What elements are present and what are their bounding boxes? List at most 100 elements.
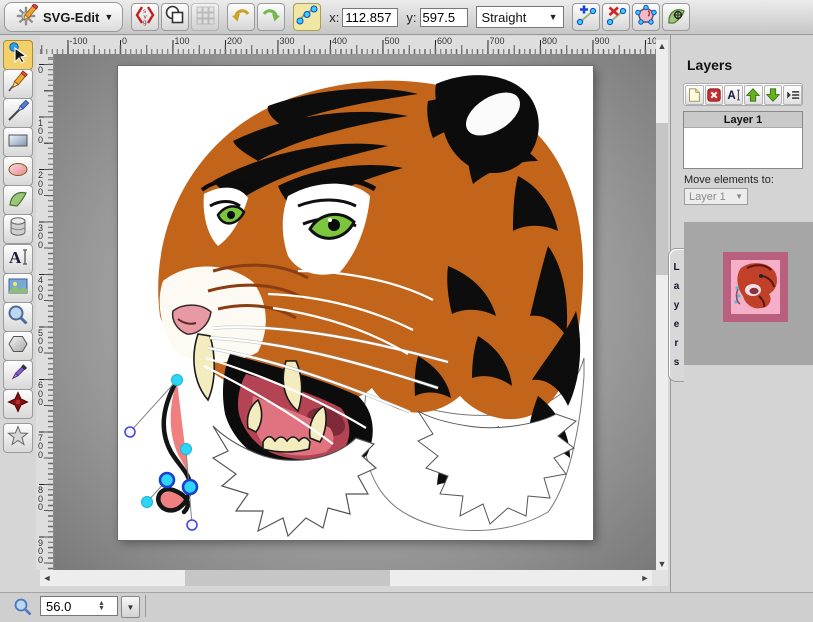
horizontal-scroll-thumb[interactable] [185, 570, 390, 586]
rename-layer-icon: A [726, 87, 742, 103]
tool-pencil-button[interactable] [3, 69, 33, 99]
ruler-label: 0 [38, 66, 46, 75]
grid-icon [194, 4, 216, 31]
ruler-label: 400 [332, 36, 347, 46]
y-coordinate-label: y: [406, 10, 416, 25]
pencil-icon [6, 70, 30, 99]
svg-edit-window: SVG-Edit ▼ s v g [0, 0, 813, 619]
star-icon [6, 424, 30, 453]
horizontal-scrollbar[interactable]: ◄ ► [40, 570, 652, 586]
scroll-up-button[interactable]: ▲ [656, 40, 668, 52]
eyedropper-icon [6, 361, 30, 390]
layer-buttons-row: A [683, 83, 803, 106]
ruler-label: 0 [122, 36, 127, 46]
ruler-label: 800 [38, 486, 46, 512]
tool-select-button[interactable] [3, 40, 33, 70]
overlap-shapes-icon [164, 4, 186, 31]
edit-source-button[interactable]: s v g [131, 3, 159, 31]
redo-arrow-icon [260, 4, 282, 31]
edit-path-overlay[interactable] [118, 66, 593, 540]
top-toolbar: SVG-Edit ▼ s v g [0, 0, 813, 35]
ruler-label: 700 [38, 434, 46, 460]
tool-shape-library-button[interactable] [3, 214, 33, 244]
move-layer-up-button[interactable] [744, 85, 763, 105]
move-elements-label: Move elements to: [684, 174, 774, 186]
ruler-label: -100 [70, 36, 88, 46]
zoom-spin-down-icon[interactable]: ▼ [98, 606, 105, 611]
scroll-down-button[interactable]: ▼ [656, 558, 668, 570]
layers-panel-handle[interactable]: Layers [668, 248, 684, 382]
tool-image-button[interactable] [3, 273, 33, 303]
tool-path-button[interactable] [3, 185, 33, 215]
svg-text:A: A [727, 90, 736, 102]
close-path-icon [635, 4, 657, 31]
undo-button[interactable] [227, 3, 255, 31]
open-path-button[interactable] [662, 3, 690, 31]
x-coordinate-input[interactable] [342, 8, 398, 27]
edit-node-tool-button[interactable] [293, 3, 321, 31]
tool-text-button[interactable]: A [3, 244, 33, 274]
scroll-right-button[interactable]: ► [638, 570, 652, 586]
grid-button[interactable] [191, 3, 219, 31]
ruler-label: 500 [385, 36, 400, 46]
ruler-label: 100 [175, 36, 190, 46]
text-icon: A [6, 245, 30, 274]
scrollbar-corner [652, 570, 668, 586]
move-elements-value: Layer 1 [689, 191, 726, 203]
scroll-left-button[interactable]: ◄ [40, 570, 54, 586]
segment-type-select[interactable]: Straight ▼ [476, 6, 564, 28]
redo-button[interactable] [257, 3, 285, 31]
delete-node-button[interactable] [602, 3, 630, 31]
ruler-label: 800 [542, 36, 557, 46]
layer-row-selected[interactable]: Layer 1 [684, 112, 802, 128]
tool-polygon-button[interactable] [3, 331, 33, 361]
ruler-horizontal: -10001002003004005006007008009001000 [40, 36, 656, 55]
vertical-scrollbar[interactable]: ▲ ▼ [656, 40, 668, 570]
workspace[interactable] [54, 54, 656, 570]
ruler-label: 900 [38, 539, 46, 565]
magnifier-icon [6, 303, 30, 332]
ruler-label: 600 [437, 36, 452, 46]
line-pen-icon [6, 99, 30, 128]
layer-list[interactable]: Layer 1 [683, 111, 803, 169]
svg-canvas[interactable] [118, 66, 593, 540]
close-path-button[interactable] [632, 3, 660, 31]
ruler-label: 700 [490, 36, 505, 46]
wireframe-button[interactable] [161, 3, 189, 31]
move-elements-select[interactable]: Layer 1 ▼ [684, 188, 748, 205]
main-menu-button[interactable]: SVG-Edit ▼ [4, 2, 123, 32]
svg-edit-logo-icon [14, 4, 38, 31]
arrow-down-icon [765, 87, 781, 103]
layers-panel-title: Layers [687, 57, 732, 73]
svg-text:g: g [143, 19, 147, 26]
zoom-level-input[interactable] [41, 598, 96, 615]
zoom-spinner[interactable]: ▲ ▼ [98, 601, 105, 611]
y-coordinate-input[interactable] [420, 8, 468, 27]
ruler-label: 900 [595, 36, 610, 46]
main-menu-label: SVG-Edit [43, 10, 99, 25]
tool-rectangle-button[interactable] [3, 127, 33, 157]
layer-more-options-button[interactable] [783, 85, 802, 105]
tool-shapelib-flower-button[interactable] [3, 389, 33, 419]
tool-line-button[interactable] [3, 98, 33, 128]
selection-preview-thumbnail [723, 252, 788, 322]
move-layer-down-button[interactable] [764, 85, 783, 105]
add-node-button[interactable] [572, 3, 600, 31]
tool-zoom-button[interactable] [3, 302, 33, 332]
new-layer-icon [686, 87, 702, 103]
new-layer-button[interactable] [685, 85, 704, 105]
arrow-up-icon [745, 87, 761, 103]
zoom-level-field[interactable]: ▲ ▼ [40, 596, 118, 616]
vertical-scroll-thumb[interactable] [656, 123, 668, 275]
tool-eyedropper-button[interactable] [3, 360, 33, 390]
ruler-label: 300 [38, 224, 46, 250]
ellipse-icon [6, 157, 30, 186]
delete-layer-button[interactable] [705, 85, 724, 105]
ruler-label: 100 [38, 119, 46, 145]
canvas-preview-block [684, 222, 813, 365]
tool-ellipse-button[interactable] [3, 156, 33, 186]
tool-star-button[interactable] [3, 423, 33, 453]
zoom-presets-button[interactable]: ▼ [121, 596, 140, 618]
rename-layer-button[interactable]: A [724, 85, 743, 105]
ruler-vertical: 0100200300400500600700800900 [36, 54, 54, 570]
